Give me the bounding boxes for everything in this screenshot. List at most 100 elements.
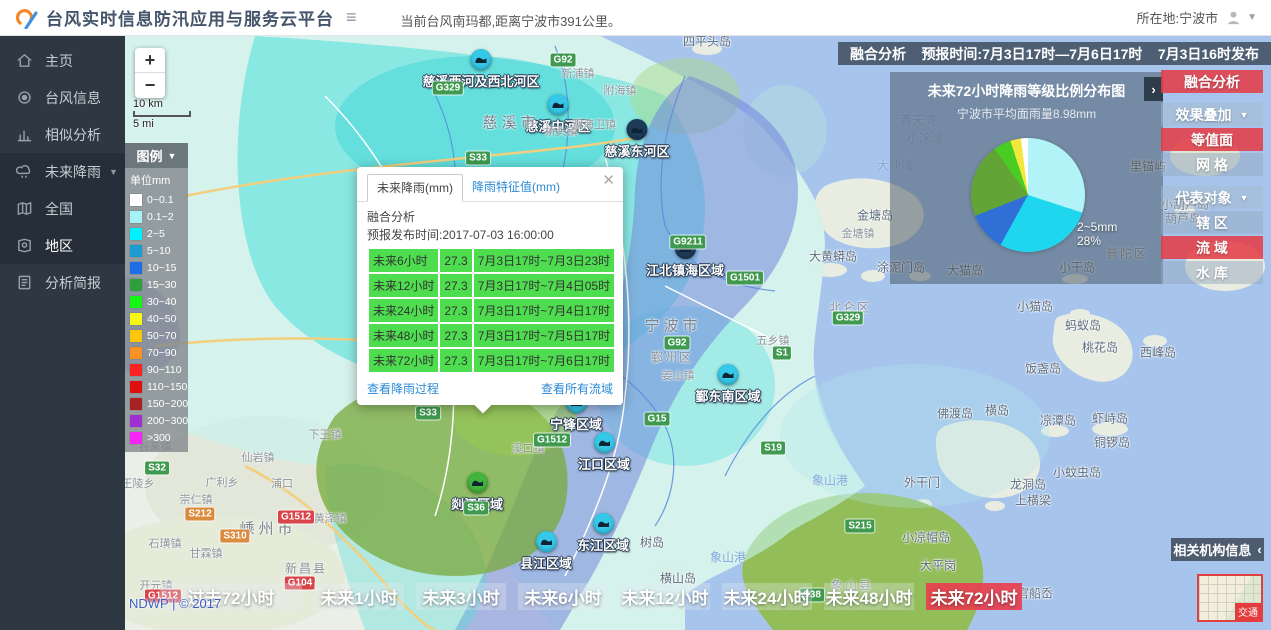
legend-header[interactable]: 图例 ▼ (125, 143, 188, 168)
sidebar-item-similar-analysis[interactable]: 相似分析 (0, 116, 125, 153)
legend-item: >300 (130, 429, 186, 446)
town-label: 浦口 (271, 475, 293, 491)
legend-item: 0.1~2 (130, 208, 186, 225)
value-cell: 27.3 (440, 324, 471, 347)
region-name-label: 鄞东南区域 (695, 386, 760, 405)
legend-color-swatch (130, 228, 142, 240)
city-label: 宁波市 (644, 315, 701, 336)
view-all-basins-link[interactable]: 查看所有流域 (541, 380, 613, 397)
object-option[interactable]: 流 域 (1161, 236, 1263, 259)
typhoon-icon (16, 89, 33, 106)
hamburger-menu-icon[interactable]: ≡ (346, 7, 357, 28)
legend-color-swatch (130, 347, 142, 359)
time-button-7[interactable]: 未来48小时 (824, 583, 914, 610)
pie-slice-label: 2~5mm (1077, 220, 1117, 234)
layer-control-panel: 融合分析 效果叠加 ▼ 等值面网 格 代表对象 ▼ 辖 区流 域水 库 (1161, 70, 1263, 286)
island-label: 上横梁 (1015, 492, 1051, 509)
overlay-effect-header[interactable]: 效果叠加 ▼ (1161, 103, 1263, 126)
road-badge: S33 (416, 407, 440, 420)
overlay-option[interactable]: 网 格 (1161, 153, 1263, 176)
rainfall-popup: ✕ 未来降雨(mm) 降雨特征值(mm) 融合分析 预报发布时间:2017-07… (357, 167, 623, 405)
map-viewport[interactable]: 慈溪西河及西北河区慈溪中河区慈溪东河区江北镇海区域鄞东南区域宁锋区域鄞江区域江口… (125, 36, 1271, 630)
sidebar-item-label: 未来降雨 (45, 162, 101, 182)
range-cell: 7月3日17时~7月6日17时 (474, 349, 614, 372)
sidebar-item-future-rainfall[interactable]: 未来降雨 ▼ (0, 153, 125, 190)
value-cell: 27.3 (440, 299, 471, 322)
basin-icon (547, 94, 568, 115)
time-button-3[interactable]: 未来3小时 (416, 583, 506, 610)
user-icon[interactable] (1226, 10, 1241, 25)
legend-color-swatch (130, 313, 142, 325)
basin-icon (470, 49, 491, 70)
close-icon[interactable]: ✕ (602, 171, 615, 189)
time-button-8[interactable]: 未来72小时 (926, 583, 1022, 610)
minimap-thumbnail[interactable]: 交通 (1197, 574, 1263, 622)
region-marker[interactable]: 县江区域 (520, 531, 572, 572)
table-row: 未来24小时27.37月3日17时~7月4日17时 (369, 299, 614, 322)
scale-bar (133, 111, 191, 117)
value-cell: 27.3 (440, 249, 471, 272)
region-name-label: 县江区域 (520, 553, 572, 572)
related-org-info-button[interactable]: 相关机构信息 ‹ (1171, 538, 1264, 561)
pie-chart-subtitle: 宁波市平均面雨量8.98mm (890, 105, 1163, 122)
object-option[interactable]: 水 库 (1161, 261, 1263, 284)
island-label: 树岛 (640, 534, 664, 551)
legend-range-label: 0.1~2 (147, 211, 174, 223)
basin-icon (626, 119, 647, 140)
tab-rain-feature-value[interactable]: 降雨特征值(mm) (463, 174, 569, 201)
island-label: 蚂蚁岛 (1065, 317, 1101, 334)
city-label: 慈溪市 (482, 112, 539, 133)
rain-level-pie-chart[interactable] (971, 138, 1085, 252)
district-label: 鄞州区 (651, 349, 693, 366)
sidebar-item-home[interactable]: 主页 (0, 42, 125, 79)
legend-body: 单位mm 0~0.10.1~22~55~1010~1515~3030~4040~… (125, 168, 188, 452)
basin-icon (466, 472, 487, 493)
town-label: 姜山镇 (662, 367, 695, 383)
region-marker[interactable]: 东江区域 (577, 513, 629, 554)
zoom-out-button[interactable]: − (135, 73, 165, 98)
overlay-option[interactable]: 等值面 (1161, 128, 1263, 151)
sidebar-item-region[interactable]: 地区 (0, 227, 125, 264)
sidebar-item-label: 地区 (45, 236, 73, 256)
represent-object-label: 代表对象 (1176, 188, 1232, 208)
time-button-2[interactable]: 未来1小时 (314, 583, 404, 610)
island-label: 铜锣岛 (1094, 434, 1130, 451)
view-rain-process-link[interactable]: 查看降雨过程 (367, 380, 439, 397)
chevron-down-icon: ▼ (1240, 193, 1249, 203)
time-button-4[interactable]: 未来6小时 (518, 583, 608, 610)
town-label: 石璜镇 (149, 535, 182, 551)
sidebar-item-typhoon-info[interactable]: 台风信息 (0, 79, 125, 116)
road-badge: S19 (761, 442, 785, 455)
basin-icon (593, 432, 614, 453)
region-marker[interactable]: 江口区域 (578, 432, 630, 473)
legend-range-label: 200~300 (147, 415, 188, 427)
period-cell: 未来48小时 (369, 324, 438, 347)
overlay-effect-label: 效果叠加 (1176, 105, 1232, 125)
fusion-analysis-button[interactable]: 融合分析 (1161, 70, 1263, 93)
road-badge: G1512 (534, 434, 570, 447)
time-button-5[interactable]: 未来12小时 (620, 583, 710, 610)
range-cell: 7月3日17时~7月5日17时 (474, 324, 614, 347)
forecast-info-bar: 融合分析 预报时间:7月3日17时—7月6日17时 7月3日16时发布 (838, 42, 1271, 65)
sidebar-item-national[interactable]: 全国 (0, 190, 125, 227)
region-marker[interactable]: 鄞东南区域 (695, 364, 760, 405)
island-label: 桃花岛 (1082, 339, 1118, 356)
tab-future-rainfall[interactable]: 未来降雨(mm) (367, 174, 463, 202)
town-label: 新浦镇 (562, 65, 595, 81)
popup-source-label: 融合分析 (367, 208, 613, 226)
represent-object-header[interactable]: 代表对象 ▼ (1161, 186, 1263, 209)
legend-color-swatch (130, 398, 142, 410)
location-label: 所在地:宁波市 (1136, 8, 1218, 27)
legend-range-label: 150~200 (147, 398, 188, 410)
range-cell: 7月3日17时~7月4日05时 (474, 274, 614, 297)
user-menu-caret-icon[interactable]: ▼ (1247, 12, 1257, 23)
object-option[interactable]: 辖 区 (1161, 211, 1263, 234)
island-label: 官船岙 (1017, 585, 1053, 602)
sidebar-item-analysis-report[interactable]: 分析简报 (0, 264, 125, 301)
sidebar-item-label: 全国 (45, 199, 73, 219)
region-name-label: 东江区域 (577, 535, 629, 554)
table-row: 未来72小时27.37月3日17时~7月6日17时 (369, 349, 614, 372)
zoom-in-button[interactable]: + (135, 48, 165, 73)
legend-color-swatch (130, 194, 142, 206)
time-button-6[interactable]: 未来24小时 (722, 583, 812, 610)
